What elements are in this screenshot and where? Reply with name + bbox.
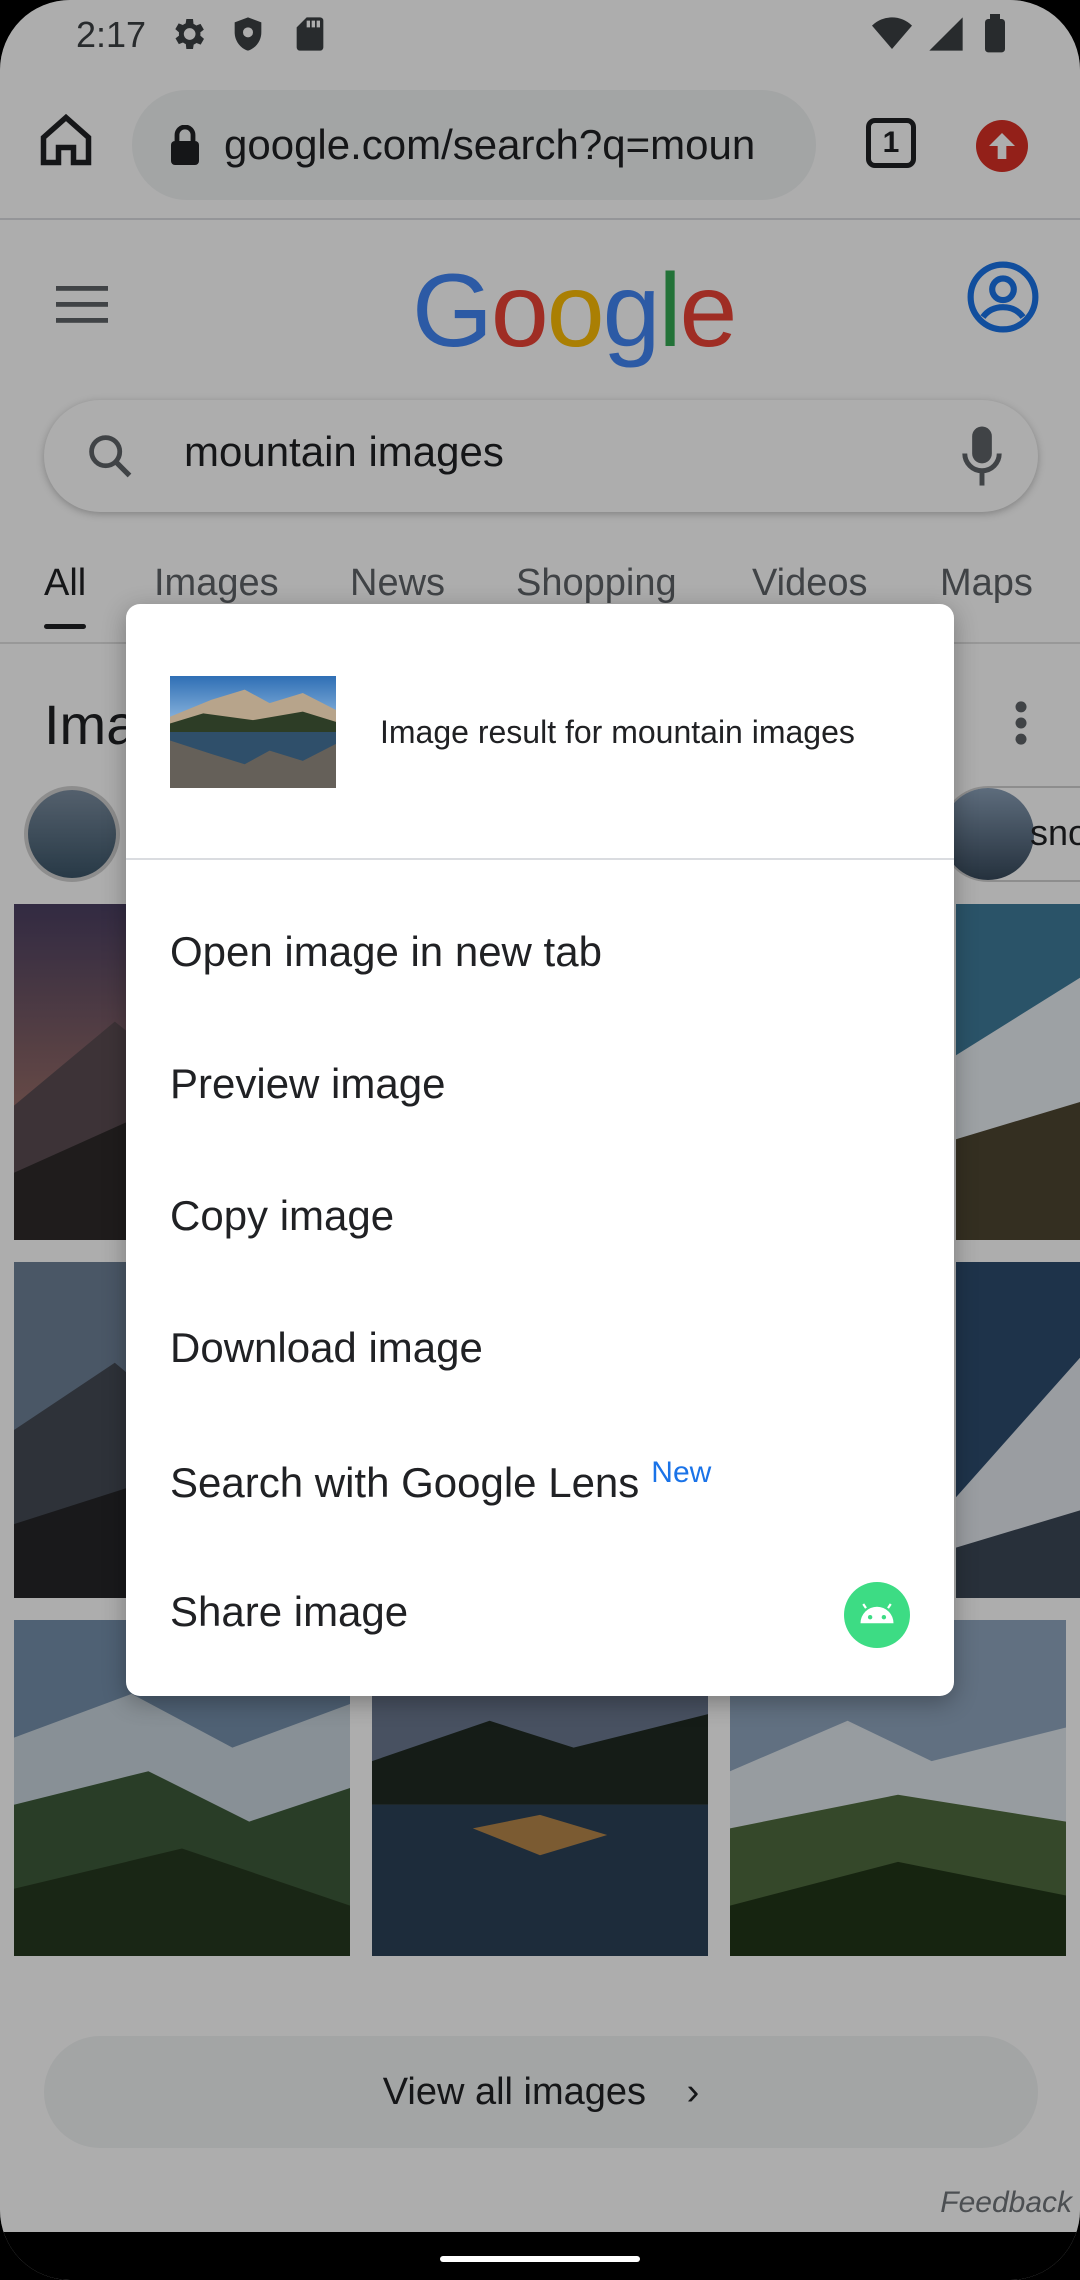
image-thumbnail — [170, 676, 336, 788]
screen: 2:17 google.com/search?q=moun 1 Google m… — [0, 0, 1080, 2280]
menu-item-label: Share image — [170, 1588, 409, 1635]
context-menu-title: Image result for mountain images — [380, 714, 855, 750]
menu-item-label: Search with Google Lens New — [170, 1456, 711, 1507]
menu-item-preview-image[interactable]: Preview image — [126, 1020, 954, 1152]
lens-label: Search with Google Lens — [170, 1459, 640, 1506]
menu-item-share-image[interactable]: Share image — [126, 1548, 954, 1680]
menu-item-label: Download image — [170, 1324, 483, 1371]
android-icon — [860, 1603, 894, 1624]
menu-item-open-new-tab[interactable]: Open image in new tab — [126, 888, 954, 1020]
menu-item-copy-image[interactable]: Copy image — [126, 1152, 954, 1284]
menu-item-label: Open image in new tab — [170, 928, 602, 975]
share-target-button[interactable] — [844, 1582, 910, 1648]
menu-item-search-google-lens[interactable]: Search with Google Lens New — [126, 1416, 954, 1548]
home-indicator[interactable] — [440, 2256, 640, 2262]
menu-item-label: Copy image — [170, 1192, 395, 1239]
new-badge: New — [651, 1456, 712, 1489]
image-context-menu: Image result for mountain images Open im… — [126, 604, 954, 1696]
context-menu-header: Image result for mountain images — [126, 604, 954, 860]
menu-item-download-image[interactable]: Download image — [126, 1284, 954, 1416]
menu-item-label: Preview image — [170, 1060, 446, 1107]
